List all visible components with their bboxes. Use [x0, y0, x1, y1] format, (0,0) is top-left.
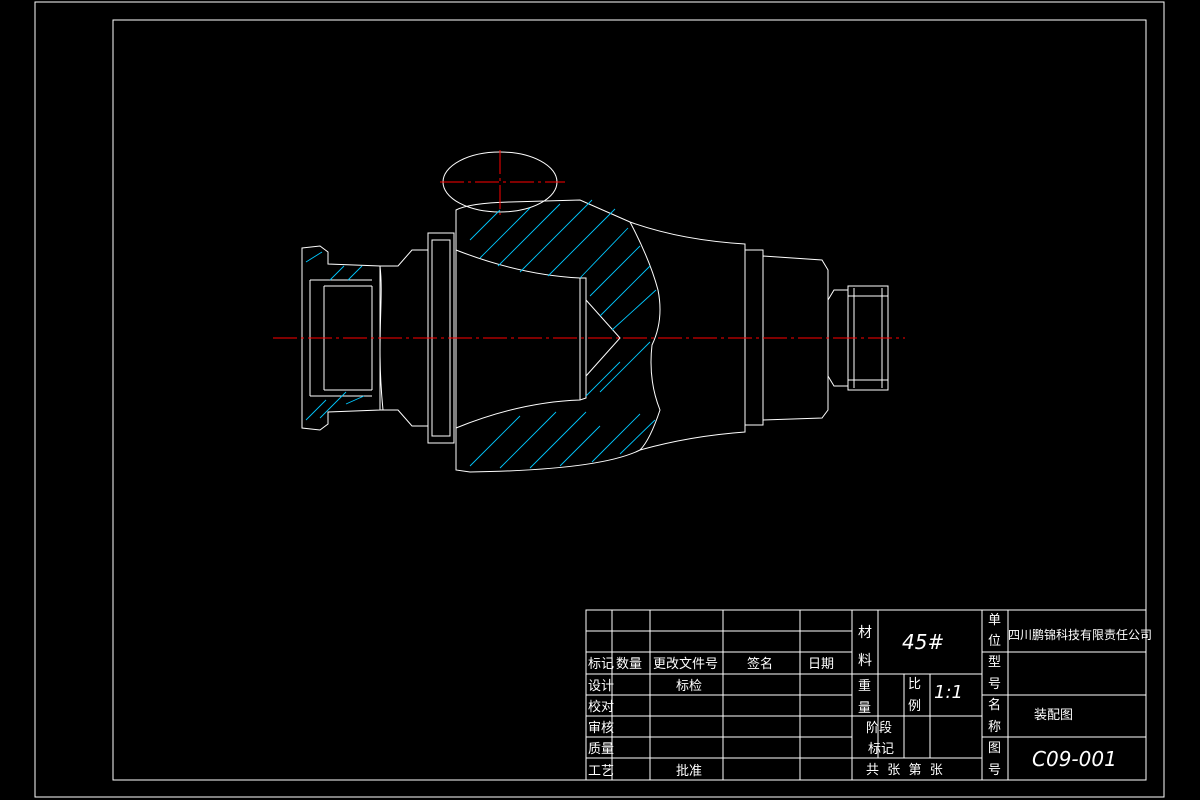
rev-header-docno: 更改文件号: [653, 657, 718, 672]
scale-label-2: 例: [908, 699, 921, 714]
rev-header-qty: 数量: [616, 657, 642, 672]
scale-value: 1:1: [934, 682, 963, 703]
company-name: 四川鹏锦科技有限责任公司: [1008, 628, 1152, 642]
weight-label-2: 量: [858, 701, 871, 716]
rev-header-sign: 签名: [747, 656, 773, 672]
row-quality: 质量: [588, 742, 614, 757]
model-label-2: 号: [988, 677, 1001, 692]
sheets-text: 共 张 第 张: [866, 763, 943, 778]
name-label-2: 称: [988, 720, 1001, 735]
material-label-2: 料: [858, 653, 872, 669]
unit-label-1: 单: [988, 613, 1001, 628]
row-review: 审核: [588, 721, 614, 736]
rev-header-date: 日期: [808, 657, 834, 672]
model-label-1: 型: [988, 655, 1001, 670]
mark-label: 标记: [868, 742, 894, 757]
centerlines: [273, 150, 905, 339]
drawing-name: 装配图: [1034, 708, 1073, 723]
material-value: 45#: [902, 630, 944, 654]
drawing-number: C09-001: [1032, 747, 1117, 771]
title-block-text: 标记 数量 更改文件号 签名 日期 设计 校对 审核 质量 工艺 标检 批准 材…: [588, 613, 1152, 779]
row-design: 设计: [588, 679, 614, 694]
weight-label-1: 重: [858, 678, 871, 694]
drawing-no-label-2: 号: [988, 763, 1001, 778]
name-label-1: 名: [988, 697, 1001, 713]
rev-header-mark: 标记: [588, 657, 614, 672]
row-check: 校对: [588, 699, 614, 715]
stage-label: 阶段: [866, 721, 892, 736]
std-check-label: 标检: [676, 679, 702, 694]
part-view: [301, 151, 889, 473]
unit-label-2: 位: [988, 634, 1001, 649]
approve-label: 批准: [676, 764, 702, 779]
yoke-body: [455, 199, 746, 473]
scale-label-1: 比: [908, 677, 921, 692]
drawing-no-label-1: 图: [988, 741, 1001, 756]
row-process: 工艺: [588, 764, 614, 779]
material-label-1: 材: [858, 625, 872, 641]
section-hatching: [305, 199, 657, 469]
cad-drawing: 标记 数量 更改文件号 签名 日期 设计 校对 审核 质量 工艺 标检 批准 材…: [34, 1, 1165, 798]
